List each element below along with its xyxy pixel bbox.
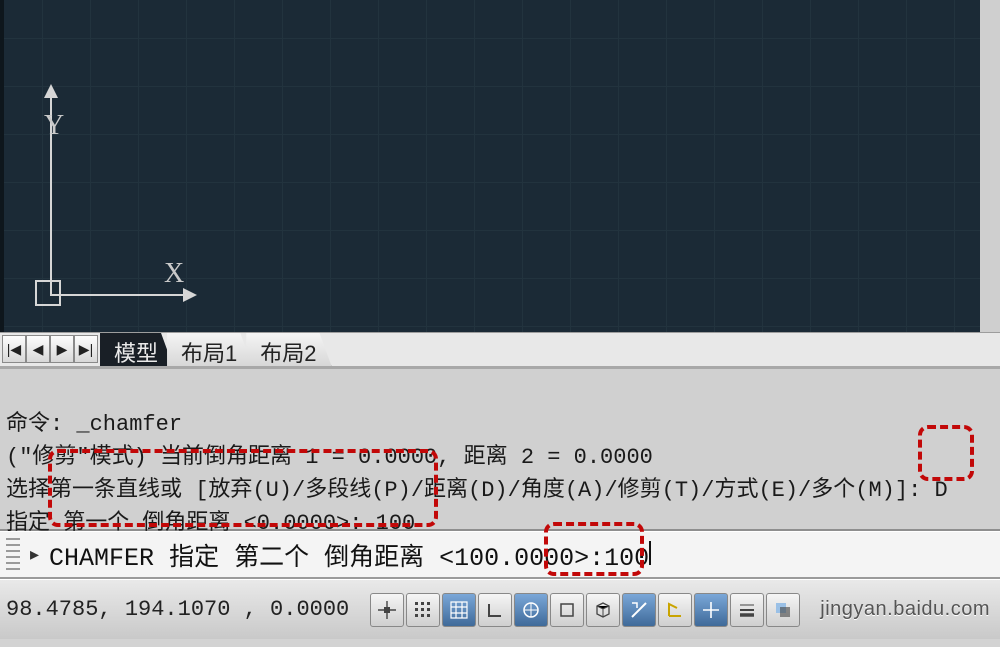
tab-nav-next[interactable]: ▶ [50,335,74,363]
status-otrack-icon[interactable] [622,593,656,627]
cmd-line: 选择第一条直线或 [放弃(U)/多段线(P)/距离(D)/角度(A)/修剪(T)… [6,478,921,503]
ucs-origin-box [35,280,61,306]
cmd-line-choice: D [921,478,947,503]
command-prompt-text: CHAMFER 指定 第二个 倒角距离 <100.0000>: [49,537,604,573]
text-cursor [649,541,651,565]
tab-layout1[interactable]: 布局1 [167,333,252,366]
ucs-x-axis [50,294,185,296]
status-osnap-icon[interactable] [550,593,584,627]
vertical-scrollbar[interactable] [980,0,1000,332]
command-history[interactable]: 命令: _chamfer ("修剪"模式) 当前倒角距离 1 = 0.0000,… [0,366,1000,531]
status-polar-icon[interactable] [514,593,548,627]
cmd-line: ("修剪"模式) 当前倒角距离 1 = 0.0000, 距离 2 = 0.000… [6,445,653,470]
tab-label: 布局2 [260,336,316,368]
tab-layout2[interactable]: 布局2 [246,333,331,366]
command-bar-grip[interactable] [6,538,20,572]
tab-nav-prev[interactable]: ◀ [26,335,50,363]
status-ortho-icon[interactable] [478,593,512,627]
command-prompt-icon: ▸ [30,544,39,565]
layout-tabstrip: |◀ ◀ ▶ ▶| 模型 布局1 布局2 [0,332,1000,366]
status-transparency-icon[interactable] [766,593,800,627]
command-bar: ▸ CHAMFER 指定 第二个 倒角距离 <100.0000>: 100 [0,531,1000,579]
ucs-y-label: Y [44,110,64,142]
tab-nav-last[interactable]: ▶| [74,335,98,363]
ucs-x-label: X [164,258,184,290]
status-ducs-icon[interactable] [658,593,692,627]
cmd-line: 命令: _chamfer [6,412,182,437]
status-bar: 98.4785, 194.1070 , 0.0000 jingyan.baidu… [0,579,1000,639]
command-input[interactable]: CHAMFER 指定 第二个 倒角距离 <100.0000>: 100 [49,537,651,573]
status-snap-grid-icon[interactable] [406,593,440,627]
tab-nav-first[interactable]: |◀ [2,335,26,363]
status-grid-display-icon[interactable] [442,593,476,627]
tab-model[interactable]: 模型 [100,333,173,366]
status-3dosnap-icon[interactable] [586,593,620,627]
status-dyn-input-icon[interactable] [694,593,728,627]
tab-label: 布局1 [181,336,237,368]
command-input-value: 100 [604,544,649,573]
tab-label: 模型 [114,336,158,368]
status-toggle-group [370,593,800,627]
status-infer-icon[interactable] [370,593,404,627]
cursor-coordinates: 98.4785, 194.1070 , 0.0000 [6,597,349,622]
status-lineweight-icon[interactable] [730,593,764,627]
watermark-text: jingyan.baidu.com [820,598,994,621]
annotation-box-2 [918,425,974,481]
drawing-viewport[interactable]: Y X [0,0,1000,332]
